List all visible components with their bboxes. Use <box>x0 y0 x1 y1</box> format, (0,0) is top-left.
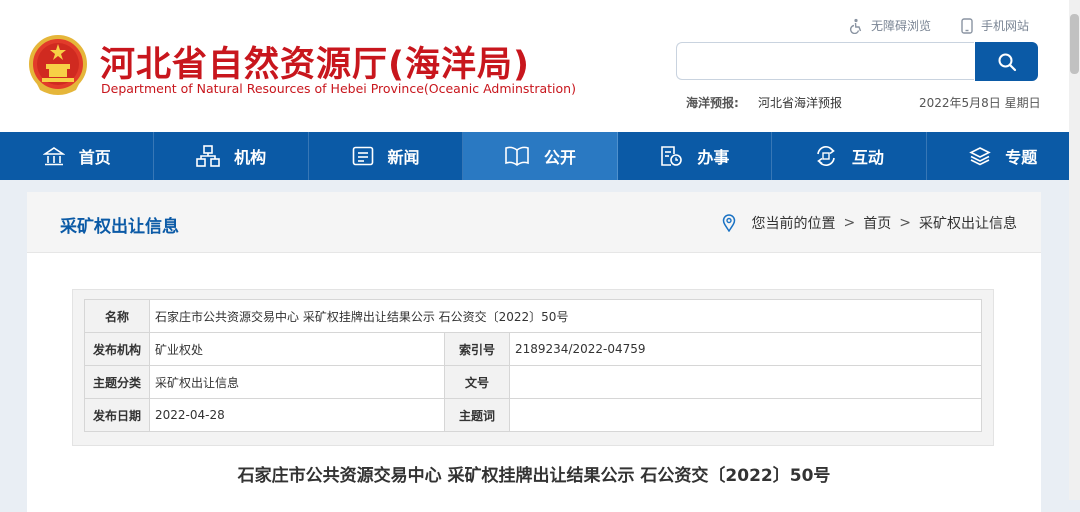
name-value: 石家庄市公共资源交易中心 采矿权挂牌出让结果公示 石公资交〔2022〕50号 <box>149 299 982 333</box>
docno-label: 文号 <box>444 365 510 399</box>
keyword-value <box>509 398 982 432</box>
location-pin-icon <box>722 214 735 232</box>
service-icon <box>661 146 683 166</box>
site-title: 河北省自然资源厅(海洋局) <box>100 45 530 85</box>
mobile-site-label: 手机网站 <box>981 19 1030 33</box>
open-book-icon <box>505 146 529 166</box>
home-icon <box>42 147 65 166</box>
site-subtitle: Department of Natural Resources of Hebei… <box>101 81 576 96</box>
mobile-phone-icon <box>961 17 973 34</box>
publisher-label: 发布机构 <box>84 332 150 366</box>
nav-item-home[interactable]: 首页 <box>0 132 155 180</box>
layers-icon <box>969 147 992 166</box>
document-meta-table: 名称 石家庄市公共资源交易中心 采矿权挂牌出让结果公示 石公资交〔2022〕50… <box>84 299 982 432</box>
docno-value <box>509 365 982 399</box>
table-row: 主题分类 采矿权出让信息 文号 <box>84 365 982 399</box>
nav-label: 首页 <box>78 148 111 167</box>
date-value: 2022-04-28 <box>149 398 445 432</box>
breadcrumb-prefix: 您当前的位置 <box>751 216 836 232</box>
breadcrumb-separator: > <box>899 215 911 231</box>
page-scrollbar[interactable] <box>1069 0 1080 500</box>
nav-item-org[interactable]: 机构 <box>154 132 309 180</box>
scrollbar-thumb[interactable] <box>1070 14 1079 74</box>
category-label: 主题分类 <box>84 365 150 399</box>
breadcrumb-current-link[interactable]: 采矿权出让信息 <box>919 213 1017 233</box>
content-panel: 采矿权出让信息 您当前的位置 > 首页 > 采矿权出让信息 名称 石家庄市公共资… <box>27 192 1041 512</box>
document-meta-frame: 名称 石家庄市公共资源交易中心 采矿权挂牌出让结果公示 石公资交〔2022〕50… <box>72 289 994 446</box>
index-value: 2189234/2022-04759 <box>509 332 982 366</box>
accessibility-label: 无障碍浏览 <box>871 19 932 33</box>
current-date: 2022年5月8日 星期日 <box>919 96 1041 110</box>
nav-item-service[interactable]: 办事 <box>618 132 773 180</box>
nav-label: 办事 <box>697 148 730 167</box>
wheelchair-icon <box>849 18 862 34</box>
nav-label: 新闻 <box>387 148 420 167</box>
nav-label: 互动 <box>851 148 884 167</box>
org-icon <box>196 145 220 167</box>
breadcrumb: 您当前的位置 > 首页 > 采矿权出让信息 <box>722 213 1017 233</box>
main-nav: 首页 机构 新闻 公开 办事 互动 专题 <box>0 132 1080 180</box>
publisher-value: 矿业权处 <box>149 332 445 366</box>
nav-label: 专题 <box>1005 148 1038 167</box>
document-title: 石家庄市公共资源交易中心 采矿权挂牌出让结果公示 石公资交〔2022〕50号 <box>237 466 831 486</box>
table-row: 发布日期 2022-04-28 主题词 <box>84 398 982 432</box>
news-icon <box>352 146 373 166</box>
panel-header: 采矿权出让信息 您当前的位置 > 首页 > 采矿权出让信息 <box>27 192 1041 253</box>
breadcrumb-home-link[interactable]: 首页 <box>863 213 891 233</box>
nav-label: 机构 <box>234 148 267 167</box>
nav-item-news[interactable]: 新闻 <box>309 132 464 180</box>
nav-label: 公开 <box>543 148 576 167</box>
forecast-link[interactable]: 河北省海洋预报 <box>758 94 842 111</box>
site-header: 河北省自然资源厅(海洋局) Department of Natural Reso… <box>0 0 1080 132</box>
forecast-label: 海洋预报: <box>686 96 739 110</box>
index-label: 索引号 <box>444 332 510 366</box>
search-button[interactable] <box>975 42 1038 81</box>
table-row: 名称 石家庄市公共资源交易中心 采矿权挂牌出让结果公示 石公资交〔2022〕50… <box>84 299 982 333</box>
nav-item-topics[interactable]: 专题 <box>927 132 1080 180</box>
search-input[interactable] <box>676 42 974 80</box>
accessibility-link[interactable]: 无障碍浏览 <box>848 17 931 34</box>
category-value: 采矿权出让信息 <box>149 365 445 399</box>
panel-title: 采矿权出让信息 <box>60 217 179 237</box>
table-row: 发布机构 矿业权处 索引号 2189234/2022-04759 <box>84 332 982 366</box>
mobile-site-link[interactable]: 手机网站 <box>960 17 1029 34</box>
name-label: 名称 <box>84 299 150 333</box>
nav-item-open[interactable]: 公开 <box>463 132 618 180</box>
breadcrumb-separator: > <box>843 215 856 231</box>
keyword-label: 主题词 <box>444 398 510 432</box>
national-emblem-icon <box>29 35 87 95</box>
search-icon <box>998 53 1016 71</box>
nav-item-interact[interactable]: 互动 <box>772 132 927 180</box>
date-label: 发布日期 <box>84 398 150 432</box>
interact-icon <box>816 146 835 166</box>
